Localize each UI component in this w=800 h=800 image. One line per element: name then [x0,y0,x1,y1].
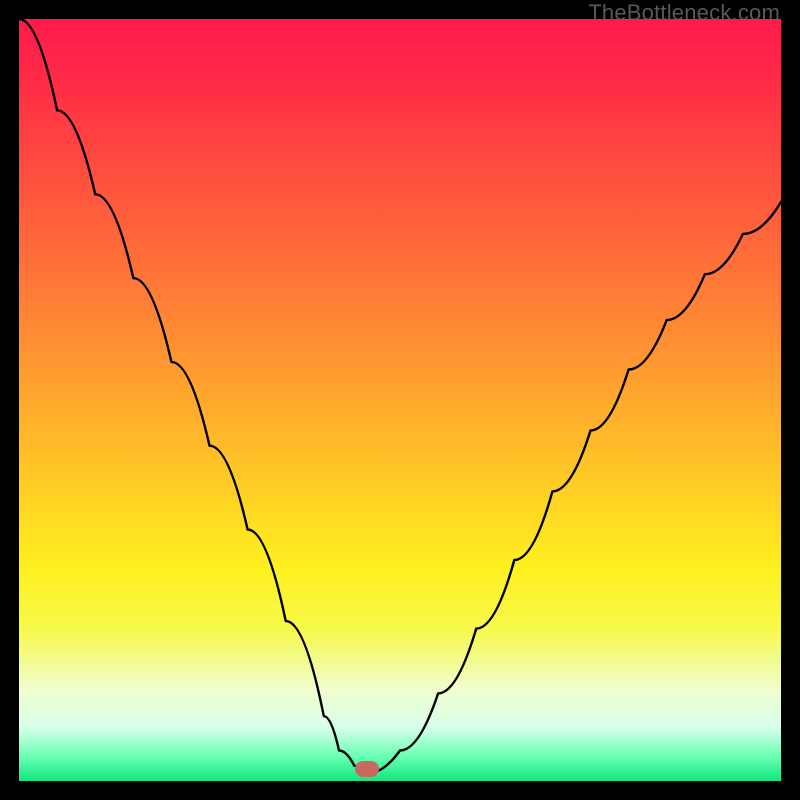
optimal-point-marker [355,761,379,777]
plot-area [19,19,781,781]
chart-frame: TheBottleneck.com [0,0,800,800]
bottleneck-curve [19,19,781,781]
